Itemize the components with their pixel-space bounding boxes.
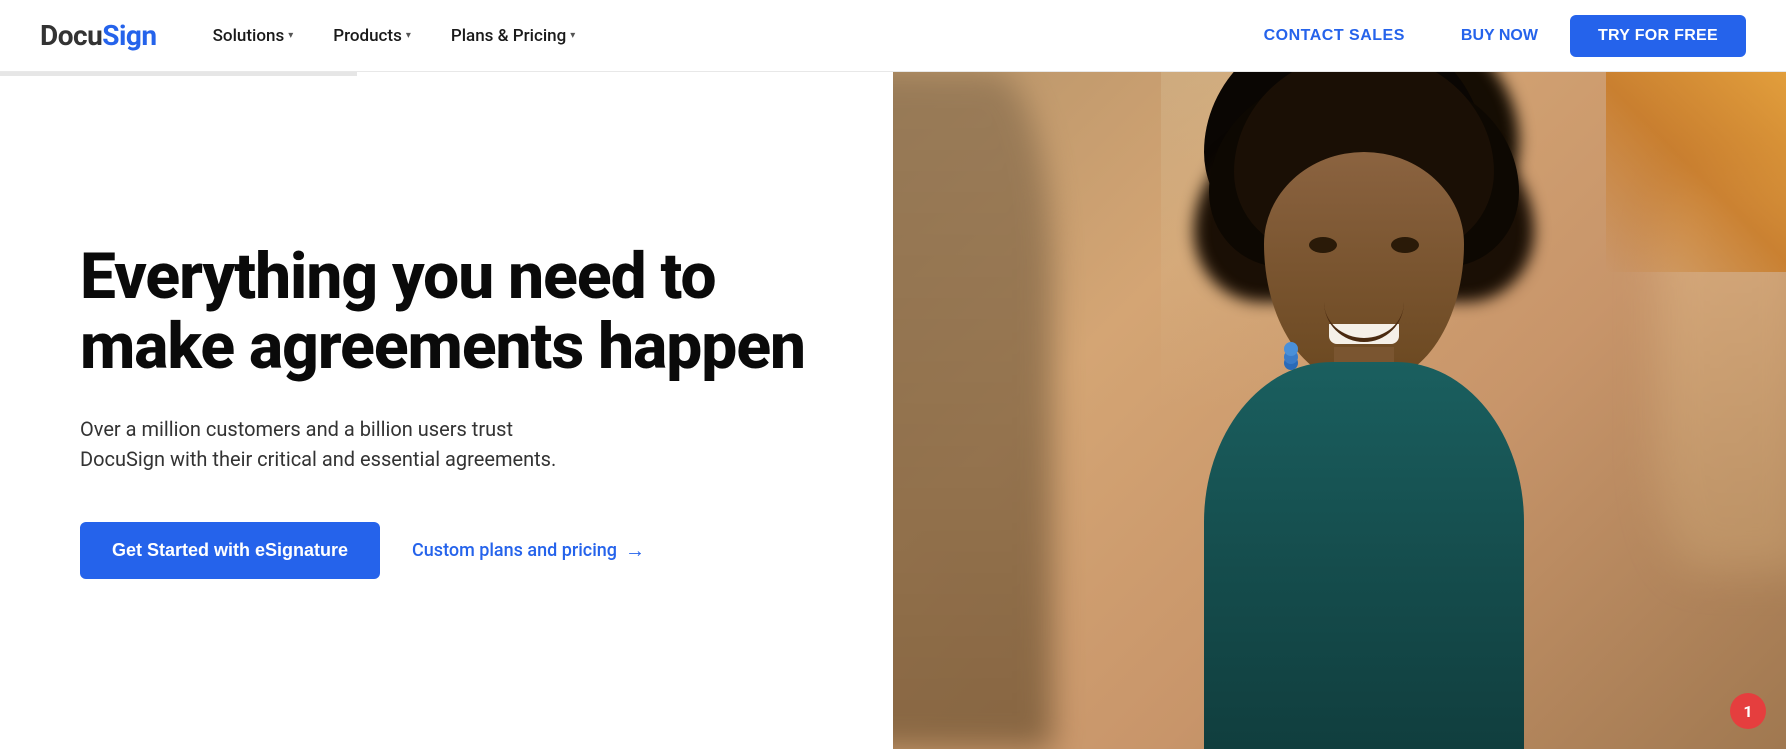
logo-sign: Sign — [102, 19, 156, 52]
earring-left — [1284, 342, 1298, 356]
try-for-free-button[interactable]: TRY FOR FREE — [1570, 15, 1746, 57]
plans-chevron-icon: ▾ — [570, 30, 575, 41]
buy-now-button[interactable]: BUY NOW — [1437, 17, 1562, 55]
nav-solutions[interactable]: Solutions ▾ — [197, 18, 310, 54]
logo-docu: Docu — [40, 19, 102, 52]
nav-links: Solutions ▾ Products ▾ Plans & Pricing ▾ — [197, 18, 1240, 54]
contact-sales-button[interactable]: CONTACT SALES — [1240, 17, 1429, 55]
eye-left — [1309, 237, 1337, 253]
photo-container — [893, 72, 1786, 749]
custom-plans-link[interactable]: Custom plans and pricing → — [412, 538, 645, 563]
logo[interactable]: DocuSign — [40, 19, 157, 52]
person-face — [1124, 72, 1604, 749]
hero-subtext: Over a million customers and a billion u… — [80, 414, 600, 474]
nav-right: CONTACT SALES BUY NOW TRY FOR FREE — [1240, 15, 1746, 57]
hero-heading: Everything you need to make agreements h… — [80, 242, 813, 383]
eye-right — [1391, 237, 1419, 253]
nav-products[interactable]: Products ▾ — [317, 18, 427, 54]
image-background — [893, 72, 1786, 749]
products-chevron-icon: ▾ — [406, 30, 411, 41]
hero-image — [893, 72, 1786, 749]
hero-buttons: Get Started with eSignature Custom plans… — [80, 522, 813, 579]
hero-section: Everything you need to make agreements h… — [0, 72, 1786, 749]
solutions-chevron-icon: ▾ — [288, 30, 293, 41]
torso-shape — [1204, 362, 1524, 749]
navbar: DocuSign Solutions ▾ Products ▾ Plans & … — [0, 0, 1786, 72]
nav-plans[interactable]: Plans & Pricing ▾ — [435, 18, 591, 54]
notification-badge[interactable]: 1 — [1730, 693, 1766, 729]
arrow-icon: → — [625, 538, 645, 563]
get-started-button[interactable]: Get Started with eSignature — [80, 522, 380, 579]
hero-content: Everything you need to make agreements h… — [0, 72, 893, 749]
